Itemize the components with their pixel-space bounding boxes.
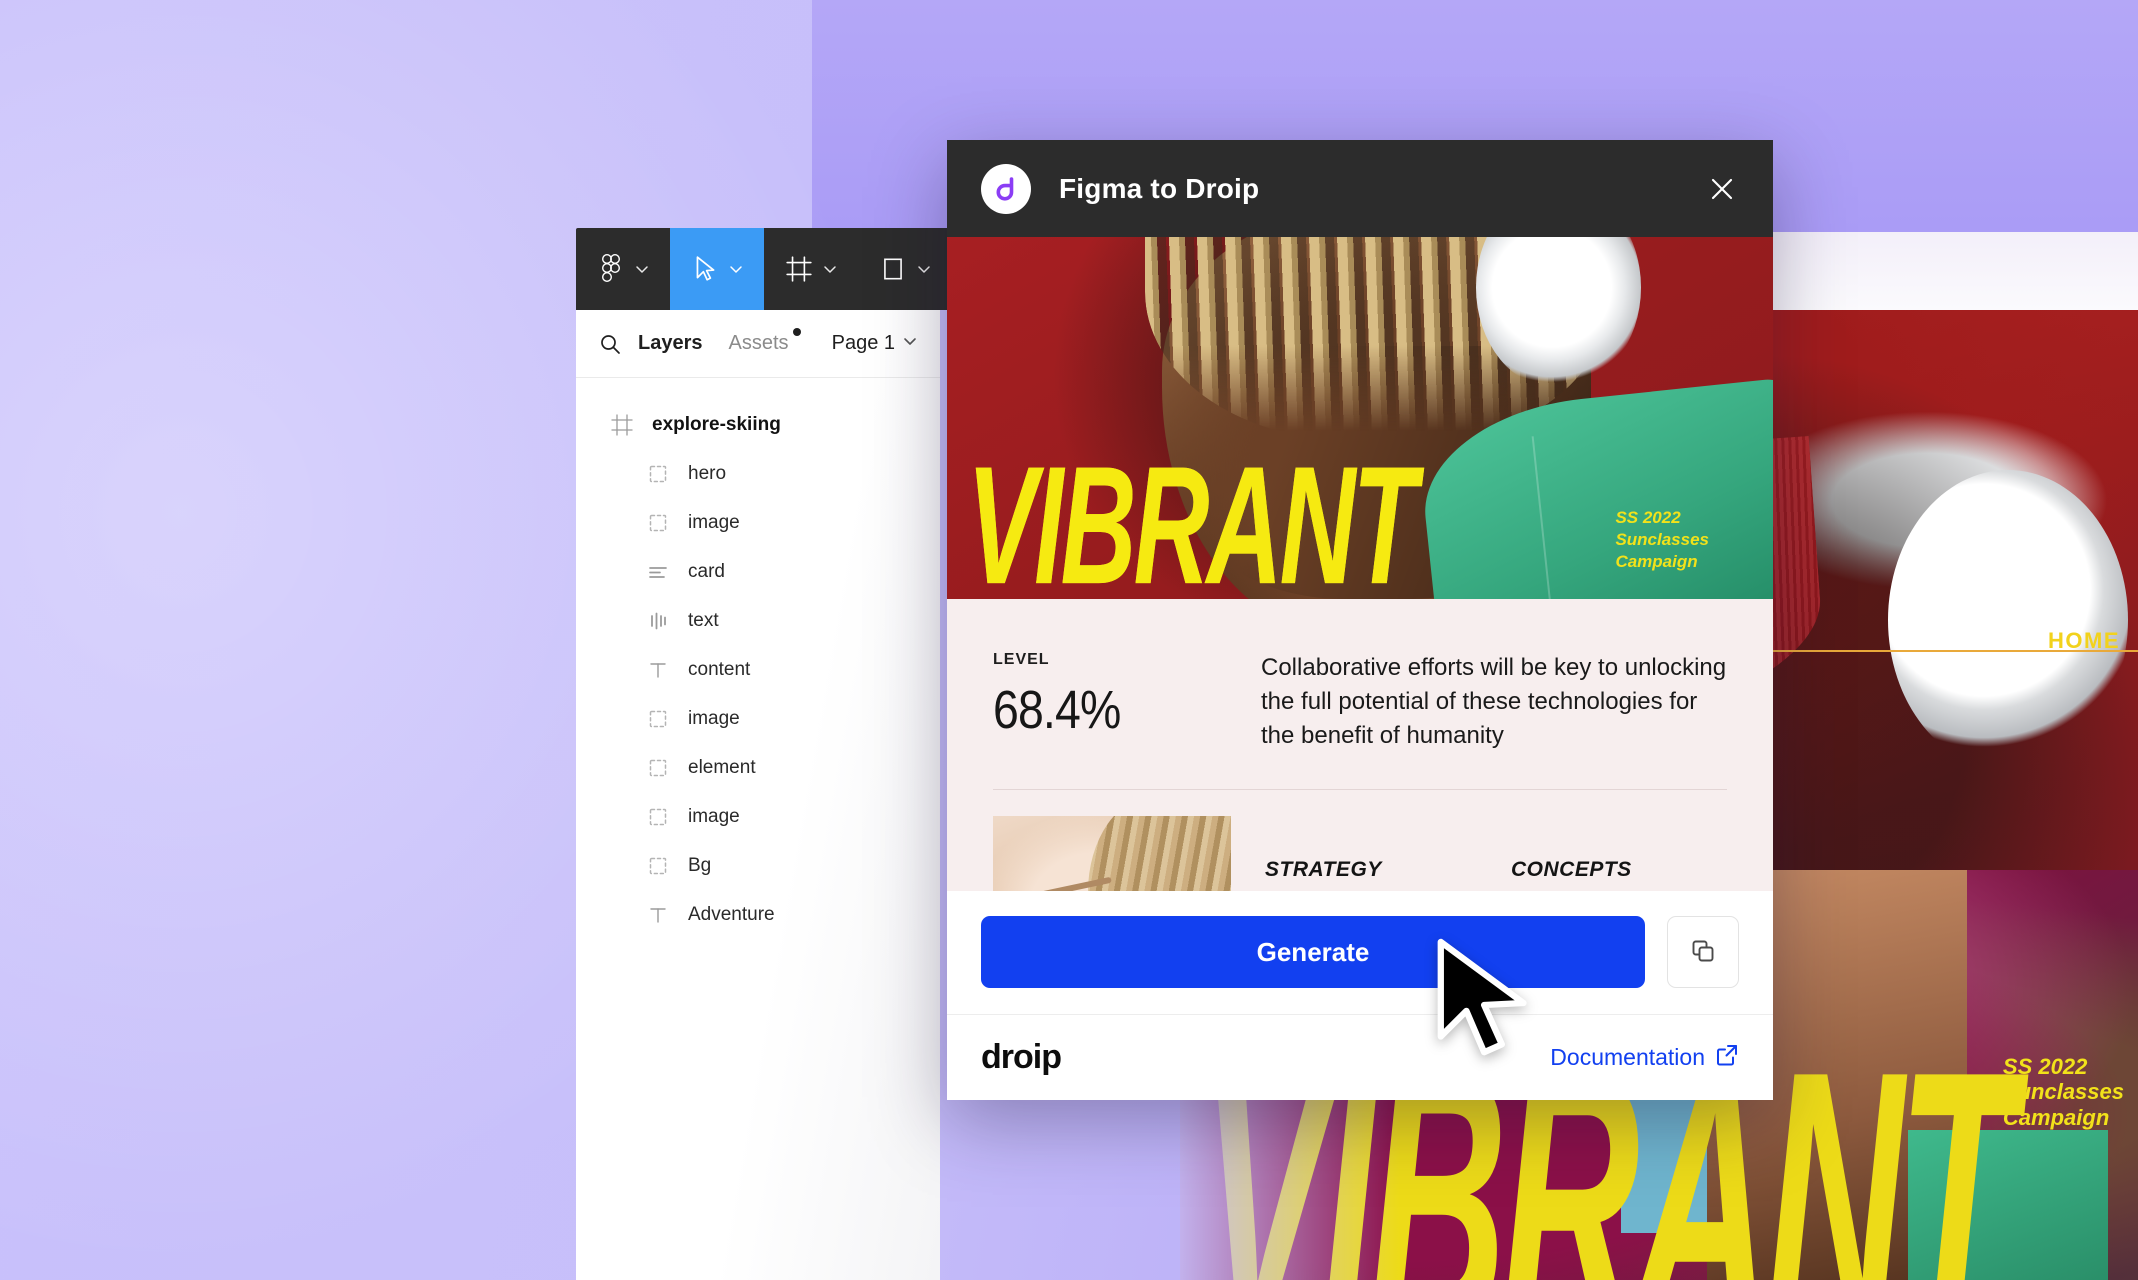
preview-columns-row: STRATEGY Efforts will be key to unlockin… bbox=[947, 790, 1773, 891]
shape-tool-button[interactable] bbox=[858, 228, 952, 310]
preview-column-strategy: STRATEGY Efforts will be key to unlockin… bbox=[1265, 858, 1481, 891]
chevron-down-icon bbox=[728, 261, 744, 277]
layer-name: image bbox=[688, 511, 740, 533]
layer-name: element bbox=[688, 756, 756, 778]
component-icon bbox=[646, 609, 670, 633]
modal-title: Figma to Droip bbox=[1059, 172, 1260, 204]
text-icon bbox=[646, 658, 670, 682]
move-tool-button[interactable] bbox=[670, 228, 764, 310]
tab-assets[interactable]: Assets bbox=[728, 328, 801, 355]
autolayout-icon bbox=[646, 560, 670, 584]
page-selector[interactable]: Page 1 bbox=[832, 332, 918, 355]
screen: HOME SS 2022 Sunclasses Campaign VIBRANT bbox=[0, 0, 2138, 1280]
artwork-nav-label: HOME bbox=[2048, 628, 2120, 653]
artwork-caption: SS 2022 Sunclasses Campaign bbox=[2003, 1054, 2124, 1130]
layer-row[interactable]: image bbox=[576, 498, 940, 547]
column-heading: CONCEPTS bbox=[1511, 858, 1632, 882]
preview-paragraph: Collaborative efforts will be key to unl… bbox=[1261, 654, 1727, 750]
hero-caption-line-1: SS 2022 bbox=[1615, 507, 1681, 527]
layer-row[interactable]: Bg bbox=[576, 841, 940, 890]
layer-row[interactable]: element bbox=[576, 743, 940, 792]
layer-row[interactable]: card bbox=[576, 547, 940, 596]
rectangle-icon bbox=[878, 254, 908, 284]
layer-name: Bg bbox=[688, 854, 712, 876]
modal-footer: droip Documentation bbox=[947, 1014, 1773, 1100]
layer-row[interactable]: content bbox=[576, 645, 940, 694]
frame-tool-button[interactable] bbox=[764, 228, 858, 310]
layer-list: explore-skiing hero image card text content im… bbox=[576, 378, 940, 939]
group-icon bbox=[646, 707, 670, 731]
hero-caption: SS 2022 Sunclasses Campaign bbox=[1615, 507, 1709, 573]
layer-name: card bbox=[688, 560, 725, 582]
assets-badge-dot bbox=[792, 328, 801, 336]
preview-stat-row: LEVEL 68.4% Collaborative efforts will b… bbox=[947, 599, 1773, 789]
layer-name: hero bbox=[688, 462, 727, 484]
layer-row[interactable]: text bbox=[576, 596, 940, 645]
group-icon bbox=[646, 805, 670, 829]
layer-row[interactable]: explore-skiing bbox=[576, 400, 940, 449]
hero-caption-line-2: Sunclasses bbox=[1615, 529, 1709, 549]
copy-button[interactable] bbox=[1667, 916, 1739, 988]
layer-name: content bbox=[688, 658, 751, 680]
figma-layers-panel: Layers Assets Page 1 explore-skiing hero i… bbox=[576, 310, 940, 1280]
layer-name: image bbox=[688, 707, 740, 729]
search-icon[interactable] bbox=[598, 332, 622, 356]
preview-stat: LEVEL 68.4% bbox=[993, 651, 1261, 741]
preview-text-columns: STRATEGY Efforts will be key to unlockin… bbox=[1265, 816, 1727, 891]
frame-icon bbox=[610, 413, 634, 437]
droip-wordmark: droip bbox=[981, 1038, 1062, 1076]
group-icon bbox=[646, 756, 670, 780]
figma-to-droip-plugin-modal: Figma to Droip VIBRANT SS 2022 Sunclasse… bbox=[947, 140, 1773, 1100]
stat-label: LEVEL bbox=[993, 651, 1050, 668]
layer-name: text bbox=[688, 609, 719, 631]
group-icon bbox=[646, 511, 670, 535]
layer-name: Adventure bbox=[688, 903, 775, 925]
chevron-down-icon bbox=[916, 261, 932, 277]
preview-body: LEVEL 68.4% Collaborative efforts will b… bbox=[947, 599, 1773, 891]
layer-row[interactable]: Adventure bbox=[576, 890, 940, 939]
tab-assets-label: Assets bbox=[728, 332, 789, 354]
external-link-icon bbox=[1715, 1043, 1739, 1073]
group-icon bbox=[646, 462, 670, 486]
preview-thumbnail-image bbox=[993, 816, 1231, 891]
figma-menu-button[interactable] bbox=[576, 228, 670, 310]
figma-logo-icon bbox=[596, 254, 626, 284]
artwork-caption-line-3: Campaign bbox=[2002, 1104, 2110, 1130]
stat-value: 68.4% bbox=[993, 680, 1121, 740]
hero-caption-line-3: Campaign bbox=[1615, 551, 1698, 571]
documentation-link[interactable]: Documentation bbox=[1550, 1043, 1739, 1073]
frame-icon bbox=[784, 254, 814, 284]
preview-hero: VIBRANT SS 2022 Sunclasses Campaign bbox=[947, 237, 1773, 599]
sidebar-tabbar: Layers Assets Page 1 bbox=[576, 310, 940, 378]
modal-action-bar: Generate bbox=[947, 891, 1773, 1014]
design-preview[interactable]: VIBRANT SS 2022 Sunclasses Campaign LEVE… bbox=[947, 237, 1773, 891]
text-icon bbox=[646, 903, 670, 927]
chevron-down-icon bbox=[822, 261, 838, 277]
tab-layers[interactable]: Layers bbox=[638, 332, 703, 355]
cursor-arrow-icon bbox=[690, 254, 720, 284]
artwork-caption-line-1: SS 2022 bbox=[2002, 1054, 2088, 1080]
column-heading: STRATEGY bbox=[1265, 858, 1382, 882]
artwork-caption-line-2: Sunclasses bbox=[2002, 1079, 2124, 1105]
preview-column-concepts: CONCEPTS Full of potential of these tech… bbox=[1511, 858, 1727, 891]
chevron-down-icon bbox=[902, 332, 918, 355]
layer-name: explore-skiing bbox=[652, 413, 781, 435]
close-icon[interactable] bbox=[1705, 172, 1739, 206]
generate-button[interactable]: Generate bbox=[981, 916, 1645, 988]
layer-name: image bbox=[688, 805, 740, 827]
chevron-down-icon bbox=[634, 261, 650, 277]
modal-header: Figma to Droip bbox=[947, 140, 1773, 237]
copy-icon bbox=[1688, 936, 1718, 969]
hero-headline: VIBRANT bbox=[967, 430, 1417, 599]
layer-row[interactable]: image bbox=[576, 792, 940, 841]
documentation-label: Documentation bbox=[1550, 1044, 1705, 1070]
page-selector-label: Page 1 bbox=[831, 332, 895, 354]
layer-row[interactable]: hero bbox=[576, 449, 940, 498]
droip-d-icon bbox=[981, 163, 1031, 214]
layer-row[interactable]: image bbox=[576, 694, 940, 743]
group-icon bbox=[646, 854, 670, 878]
artwork-headphone bbox=[1888, 470, 2128, 770]
